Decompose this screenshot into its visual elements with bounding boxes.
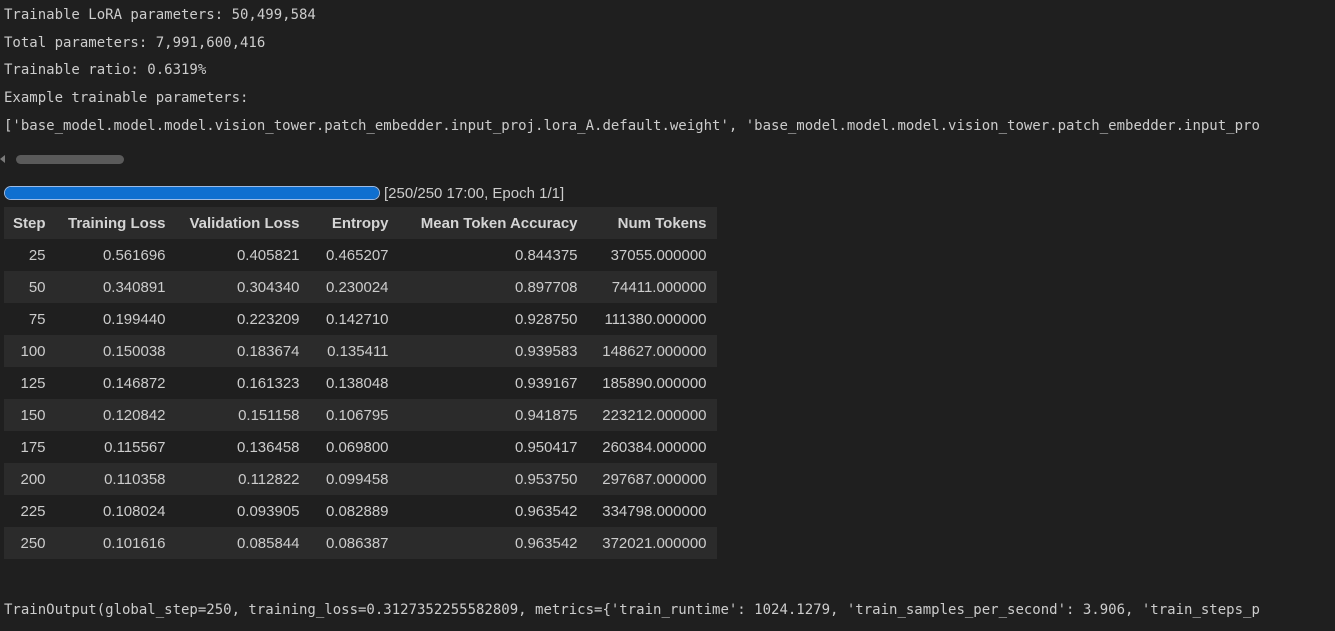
table-row: 75 0.199440 0.223209 0.142710 0.928750 111380… — [4, 303, 717, 335]
cell-training-loss: 0.199440 — [102, 310, 166, 328]
cell-step: 175 — [20, 438, 46, 456]
training-progress: [250/250 17:00, Epoch 1/1] — [4, 184, 564, 202]
col-header-step: Step — [13, 214, 46, 232]
cell-step: 25 — [28, 246, 46, 264]
cell-mean-token-accuracy: 0.963542 — [514, 502, 578, 520]
table-header-row: Step Training Loss Validation Loss Entro… — [4, 207, 717, 239]
table-row: 100 0.150038 0.183674 0.135411 0.939583 14862… — [4, 335, 717, 367]
cell-validation-loss: 0.405821 — [236, 246, 300, 264]
cell-validation-loss: 0.151158 — [238, 406, 300, 424]
cell-entropy: 0.142710 — [325, 310, 389, 328]
table-row: 50 0.340891 0.304340 0.230024 0.897708 74411.… — [4, 271, 717, 303]
cell-training-loss: 0.110358 — [104, 470, 166, 488]
cell-validation-loss: 0.223209 — [236, 310, 300, 328]
cell-step: 200 — [20, 470, 46, 488]
cell-entropy: 0.086387 — [325, 534, 389, 552]
cell-mean-token-accuracy: 0.844375 — [514, 246, 578, 264]
cell-entropy: 0.230024 — [325, 278, 389, 296]
table-row: 125 0.146872 0.161323 0.138048 0.939167 18589… — [4, 367, 717, 399]
scrollbar-thumb[interactable] — [16, 155, 124, 164]
total-params-line: Total parameters: 7,991,600,416 — [4, 35, 266, 51]
cell-num-tokens: 260384.000000 — [602, 438, 707, 456]
cell-validation-loss: 0.183674 — [236, 342, 300, 360]
cell-step: 100 — [20, 342, 46, 360]
cell-mean-token-accuracy: 0.939167 — [514, 374, 578, 392]
cell-mean-token-accuracy: 0.939583 — [514, 342, 578, 360]
cell-step: 50 — [28, 278, 46, 296]
table-row: 225 0.108024 0.093905 0.082889 0.963542 33479… — [4, 495, 717, 527]
cell-entropy: 0.106795 — [325, 406, 389, 424]
col-header-validation-loss: Validation Loss — [189, 214, 300, 232]
table-row: 175 0.115567 0.136458 0.069800 0.950417 26038… — [4, 431, 717, 463]
table-row: 250 0.101616 0.085844 0.086387 0.963542 37202… — [4, 527, 717, 559]
cell-validation-loss: 0.085844 — [236, 534, 300, 552]
cell-num-tokens: 148627.000000 — [602, 342, 707, 360]
cell-mean-token-accuracy: 0.963542 — [514, 534, 578, 552]
cell-validation-loss: 0.161323 — [236, 374, 300, 392]
horizontal-scrollbar[interactable] — [0, 152, 130, 166]
cell-entropy: 0.135411 — [327, 342, 389, 360]
cell-entropy: 0.099458 — [325, 470, 389, 488]
cell-training-loss: 0.115567 — [104, 438, 166, 456]
cell-mean-token-accuracy: 0.897708 — [514, 278, 578, 296]
cell-mean-token-accuracy: 0.950417 — [514, 438, 578, 456]
cell-training-loss: 0.150038 — [102, 342, 166, 360]
table-row: 25 0.561696 0.405821 0.465207 0.844375 37055.… — [4, 239, 717, 271]
cell-step: 150 — [20, 406, 46, 424]
table-row: 200 0.110358 0.112822 0.099458 0.953750 29768… — [4, 463, 717, 495]
cell-entropy: 0.082889 — [325, 502, 389, 520]
train-output-line: TrainOutput(global_step=250, training_lo… — [4, 602, 1260, 618]
table-row: 150 0.120842 0.151158 0.106795 0.941875 22321… — [4, 399, 717, 431]
cell-mean-token-accuracy: 0.928750 — [514, 310, 578, 328]
cell-validation-loss: 0.304340 — [236, 278, 300, 296]
progress-bar — [4, 186, 380, 200]
cell-training-loss: 0.101616 — [102, 534, 166, 552]
chevron-left-icon[interactable] — [0, 155, 5, 163]
cell-num-tokens: 37055.000000 — [610, 246, 707, 264]
training-metrics-table: Step Training Loss Validation Loss Entro… — [4, 207, 717, 559]
cell-training-loss: 0.120842 — [102, 406, 166, 424]
cell-mean-token-accuracy: 0.941875 — [514, 406, 578, 424]
cell-entropy: 0.069800 — [325, 438, 389, 456]
cell-entropy: 0.465207 — [325, 246, 389, 264]
col-header-entropy: Entropy — [331, 214, 389, 232]
cell-validation-loss: 0.136458 — [236, 438, 300, 456]
cell-validation-loss: 0.093905 — [236, 502, 300, 520]
example-params-heading: Example trainable parameters: — [4, 90, 249, 106]
cell-num-tokens: 74411.000000 — [611, 278, 707, 296]
cell-num-tokens: 297687.000000 — [602, 470, 707, 488]
cell-num-tokens: 334798.000000 — [602, 502, 707, 520]
progress-label: [250/250 17:00, Epoch 1/1] — [384, 184, 565, 202]
cell-validation-loss: 0.112822 — [238, 470, 300, 488]
example-params-list: ['base_model.model.model.vision_tower.pa… — [4, 118, 1260, 134]
cell-entropy: 0.138048 — [325, 374, 389, 392]
cell-step: 225 — [20, 502, 46, 520]
cell-num-tokens: 111380.000000 — [604, 310, 707, 328]
cell-training-loss: 0.108024 — [102, 502, 166, 520]
progress-bar-fill — [5, 187, 379, 199]
cell-training-loss: 0.561696 — [102, 246, 166, 264]
cell-step: 250 — [20, 534, 46, 552]
col-header-num-tokens: Num Tokens — [617, 214, 707, 232]
cell-num-tokens: 223212.000000 — [602, 406, 707, 424]
trainable-lora-params-line: Trainable LoRA parameters: 50,499,584 — [4, 7, 316, 23]
cell-mean-token-accuracy: 0.953750 — [514, 470, 578, 488]
cell-training-loss: 0.146872 — [102, 374, 166, 392]
cell-step: 125 — [20, 374, 46, 392]
col-header-mean-token-accuracy: Mean Token Accuracy — [420, 214, 578, 232]
cell-num-tokens: 185890.000000 — [602, 374, 707, 392]
col-header-training-loss: Training Loss — [68, 214, 166, 232]
cell-step: 75 — [28, 310, 46, 328]
cell-training-loss: 0.340891 — [102, 278, 166, 296]
trainable-ratio-line: Trainable ratio: 0.6319% — [4, 62, 207, 78]
cell-num-tokens: 372021.000000 — [602, 534, 707, 552]
